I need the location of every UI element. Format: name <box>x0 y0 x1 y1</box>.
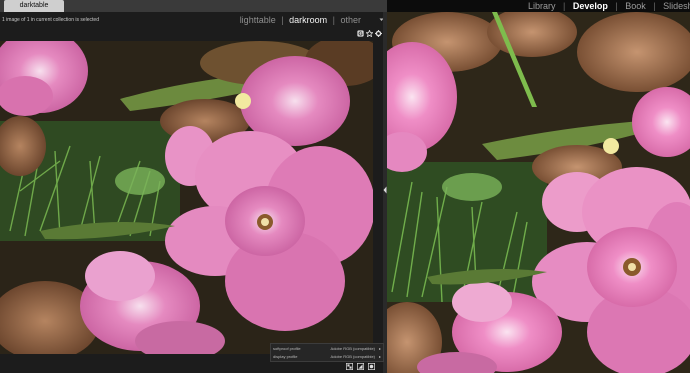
module-separator: | <box>563 1 566 11</box>
module-develop[interactable]: Develop <box>573 1 608 11</box>
color-profile-icon[interactable] <box>368 363 375 370</box>
module-separator: | <box>653 1 656 11</box>
window-tab-bar: darktable <box>0 0 387 12</box>
chevron-right-icon: ▸ <box>378 354 381 359</box>
view-separator: | <box>332 15 335 25</box>
profile-popup: softproof profile Adobe RGB (compatible)… <box>270 343 384 362</box>
g-icon[interactable]: G <box>357 30 364 37</box>
module-library[interactable]: Library <box>528 1 556 11</box>
module-book[interactable]: Book <box>625 1 646 11</box>
lightroom-header: Library | Develop | Book | Slideshow | W <box>387 0 690 12</box>
develop-image[interactable] <box>387 12 690 373</box>
softproof-icon[interactable] <box>346 363 353 370</box>
view-separator: | <box>281 15 284 25</box>
darkroom-image[interactable] <box>0 41 373 354</box>
softproof-profile-label: softproof profile <box>273 346 301 351</box>
display-profile-row[interactable]: display profile Adobe RGB (compatible) ▸ <box>273 353 381 360</box>
softproof-profile-value[interactable]: Adobe RGB (compatible) <box>331 345 375 352</box>
collection-info-text: 1 image of 1 in current collection is se… <box>2 17 99 23</box>
view-darkroom[interactable]: darkroom <box>289 15 327 25</box>
view-switcher: lighttable | darkroom | other <box>240 15 361 25</box>
gamut-check-icon[interactable] <box>357 363 364 370</box>
module-separator: | <box>615 1 618 11</box>
module-slideshow[interactable]: Slideshow <box>663 1 690 11</box>
view-lighttable[interactable]: lighttable <box>240 15 276 25</box>
star-icon[interactable] <box>366 30 373 37</box>
gear-icon[interactable] <box>375 30 382 37</box>
svg-text:G: G <box>358 32 362 37</box>
top-icon-row: G <box>357 30 382 37</box>
window-tab-darktable[interactable]: darktable <box>4 0 64 12</box>
display-profile-label: display profile <box>273 354 298 359</box>
darktable-window: darktable 1 image of 1 in current collec… <box>0 0 387 373</box>
module-picker: Library | Develop | Book | Slideshow | W <box>528 0 690 12</box>
chevron-right-icon: ▸ <box>378 346 381 351</box>
bottom-icon-row <box>346 363 375 370</box>
display-profile-value[interactable]: Adobe RGB (compatible) <box>331 353 375 360</box>
softproof-profile-row[interactable]: softproof profile Adobe RGB (compatible)… <box>273 345 381 352</box>
lightroom-window: Library | Develop | Book | Slideshow | W <box>387 0 690 373</box>
view-other[interactable]: other <box>340 15 361 25</box>
